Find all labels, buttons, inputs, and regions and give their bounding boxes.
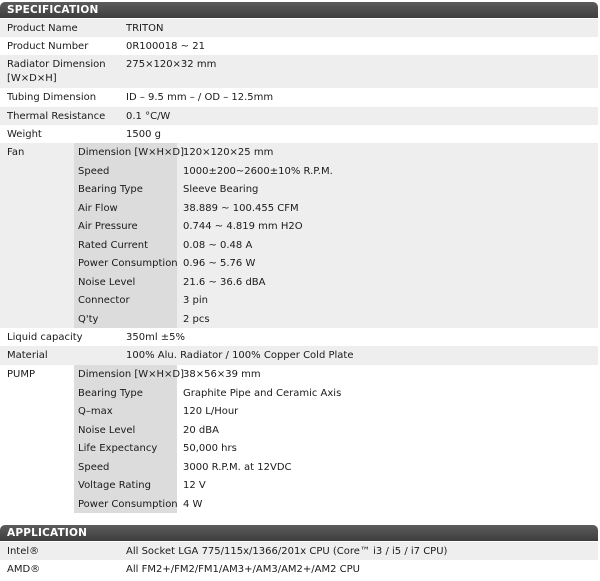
application-label: Intel® — [7, 546, 40, 557]
fan-subrow: Bearing Type Sleeve Bearing — [0, 180, 598, 199]
spec-row-product-number: Product Number 0R100018 ~ 21 — [0, 37, 598, 55]
spec-value: 1500 g — [126, 129, 161, 140]
fan-subvalue: 1000±200~2600±10% R.P.M. — [183, 165, 333, 177]
pump-sublabel: Noise Level — [78, 424, 136, 436]
pump-subvalue: 120 L/Hour — [183, 406, 239, 417]
pump-subvalue: 20 dBA — [183, 424, 219, 436]
pump-subvalue: 3000 R.P.M. at 12VDC — [183, 461, 292, 473]
fan-sublabel: Rated Current — [78, 239, 149, 251]
fan-subvalue: 0.96 ~ 5.76 W — [183, 258, 256, 269]
spec-row-weight: Weight 1500 g — [0, 125, 598, 143]
spec-label: Product Name — [7, 23, 78, 34]
pump-subrow: Power Consumption 4 W — [0, 495, 598, 514]
application-value: All Socket LGA 775/115x/1366/201x CPU (C… — [126, 546, 448, 557]
pump-subvalue: 50,000 hrs — [183, 443, 237, 454]
fan-sublabel: Dimension [W×H×D] — [78, 147, 185, 158]
pump-subvalue: 38×56×39 mm — [183, 369, 261, 380]
spec-value: TRITON — [126, 23, 164, 34]
fan-subvalue: 0.744 ~ 4.819 mm H2O — [183, 221, 303, 232]
fan-subvalue: 2 pcs — [183, 313, 210, 325]
spec-value: ID – 9.5 mm – / OD – 12.5mm — [126, 92, 274, 103]
spec-label: Radiator Dimension [W×D×H] — [7, 55, 106, 88]
fan-subrow: Air Pressure 0.744 ~ 4.819 mm H2O — [0, 217, 598, 236]
fan-subvalue: 21.6 ~ 36.6 dBA — [183, 276, 266, 288]
pump-subvalue: 4 W — [183, 498, 203, 510]
application-value: All FM2+/FM2/FM1/AM3+/AM3/AM2+/AM2 CPU — [126, 564, 360, 575]
fan-subrow: Power Consumption 0.96 ~ 5.76 W — [0, 254, 598, 273]
spec-label: Weight — [7, 129, 42, 140]
fan-subvalue: Sleeve Bearing — [183, 184, 259, 195]
fan-subrow: Speed 1000±200~2600±10% R.P.M. — [0, 162, 598, 181]
spec-label: Product Number — [7, 41, 89, 52]
application-row-amd: AMD® All FM2+/FM2/FM1/AM3+/AM3/AM2+/AM2 … — [0, 560, 598, 579]
fan-subvalue: 0.08 ~ 0.48 A — [183, 239, 253, 251]
pump-subrow: Noise Level 20 dBA — [0, 421, 598, 440]
fan-subrow: Air Flow 38.889 ~ 100.455 CFM — [0, 199, 598, 218]
pump-sublabel: Dimension [W×H×D] — [78, 369, 185, 380]
spec-label: Tubing Dimension — [7, 92, 97, 103]
pump-subrow: Speed 3000 R.P.M. at 12VDC — [0, 458, 598, 477]
spec-label-line: Radiator Dimension — [7, 59, 106, 70]
spec-label: Liquid capacity — [7, 332, 83, 343]
pump-sublabel: Voltage Rating — [78, 480, 151, 491]
fan-sublabel: Air Flow — [78, 202, 118, 214]
spec-row-thermal-resistance: Thermal Resistance 0.1 °C/W — [0, 107, 598, 125]
application-header: APPLICATION — [0, 525, 598, 541]
spec-label: Thermal Resistance — [7, 111, 106, 122]
fan-subrow: Q'ty 2 pcs — [0, 310, 598, 329]
pump-subvalue: Graphite Pipe and Ceramic Axis — [183, 387, 342, 399]
pump-subrow: Voltage Rating 12 V — [0, 476, 598, 495]
fan-subvalue: 120×120×25 mm — [183, 147, 274, 158]
spec-row-material: Material 100% Alu. Radiator / 100% Coppe… — [0, 346, 598, 365]
spec-row-tubing-dimension: Tubing Dimension ID – 9.5 mm – / OD – 12… — [0, 88, 598, 107]
pump-subrow: Q–max 120 L/Hour — [0, 402, 598, 421]
spec-value: 0.1 °C/W — [126, 111, 171, 122]
fan-sublabel: Noise Level — [78, 276, 136, 288]
fan-sublabel: Q'ty — [78, 313, 99, 325]
spec-row-product-name: Product Name TRITON — [0, 19, 598, 37]
fan-sublabel: Bearing Type — [78, 184, 143, 195]
fan-subrow: Connector 3 pin — [0, 291, 598, 310]
spec-label: Material — [7, 350, 48, 361]
pump-sublabel: Bearing Type — [78, 387, 143, 399]
fan-sublabel: Speed — [78, 165, 110, 177]
spec-value: 0R100018 ~ 21 — [126, 41, 205, 52]
spec-value: 275×120×32 mm — [126, 59, 217, 70]
fan-subrow: Noise Level 21.6 ~ 36.6 dBA — [0, 273, 598, 292]
specification-header: SPECIFICATION — [0, 2, 598, 18]
fan-sublabel: Air Pressure — [78, 221, 138, 232]
fan-sublabel: Power Consumption — [78, 258, 178, 269]
spec-value: 350ml ±5% — [126, 332, 186, 343]
fan-subrow: Rated Current 0.08 ~ 0.48 A — [0, 236, 598, 255]
application-label: AMD® — [7, 564, 41, 575]
fan-subvalue: 3 pin — [183, 295, 209, 306]
pump-sublabel: Life Expectancy — [78, 443, 158, 454]
fan-subrow: Dimension [W×H×D] 120×120×25 mm — [0, 143, 598, 162]
pump-subrow: Dimension [W×H×D] 38×56×39 mm — [0, 365, 598, 384]
spec-row-liquid-capacity: Liquid capacity 350ml ±5% — [0, 328, 598, 346]
pump-subrow: Life Expectancy 50,000 hrs — [0, 439, 598, 458]
pump-sublabel: Q–max — [78, 406, 113, 417]
spec-row-radiator-dimension: Radiator Dimension [W×D×H] 275×120×32 mm — [0, 55, 598, 88]
fan-sublabel: Connector — [78, 295, 130, 306]
pump-sublabel: Power Consumption — [78, 498, 178, 510]
application-row-intel: Intel® All Socket LGA 775/115x/1366/201x… — [0, 542, 598, 560]
pump-sublabel: Speed — [78, 461, 110, 473]
spec-label-line: [W×D×H] — [7, 73, 57, 84]
spec-value: 100% Alu. Radiator / 100% Copper Cold Pl… — [126, 350, 354, 361]
fan-subvalue: 38.889 ~ 100.455 CFM — [183, 202, 299, 214]
pump-subvalue: 12 V — [183, 480, 206, 491]
pump-subrow: Bearing Type Graphite Pipe and Ceramic A… — [0, 384, 598, 403]
